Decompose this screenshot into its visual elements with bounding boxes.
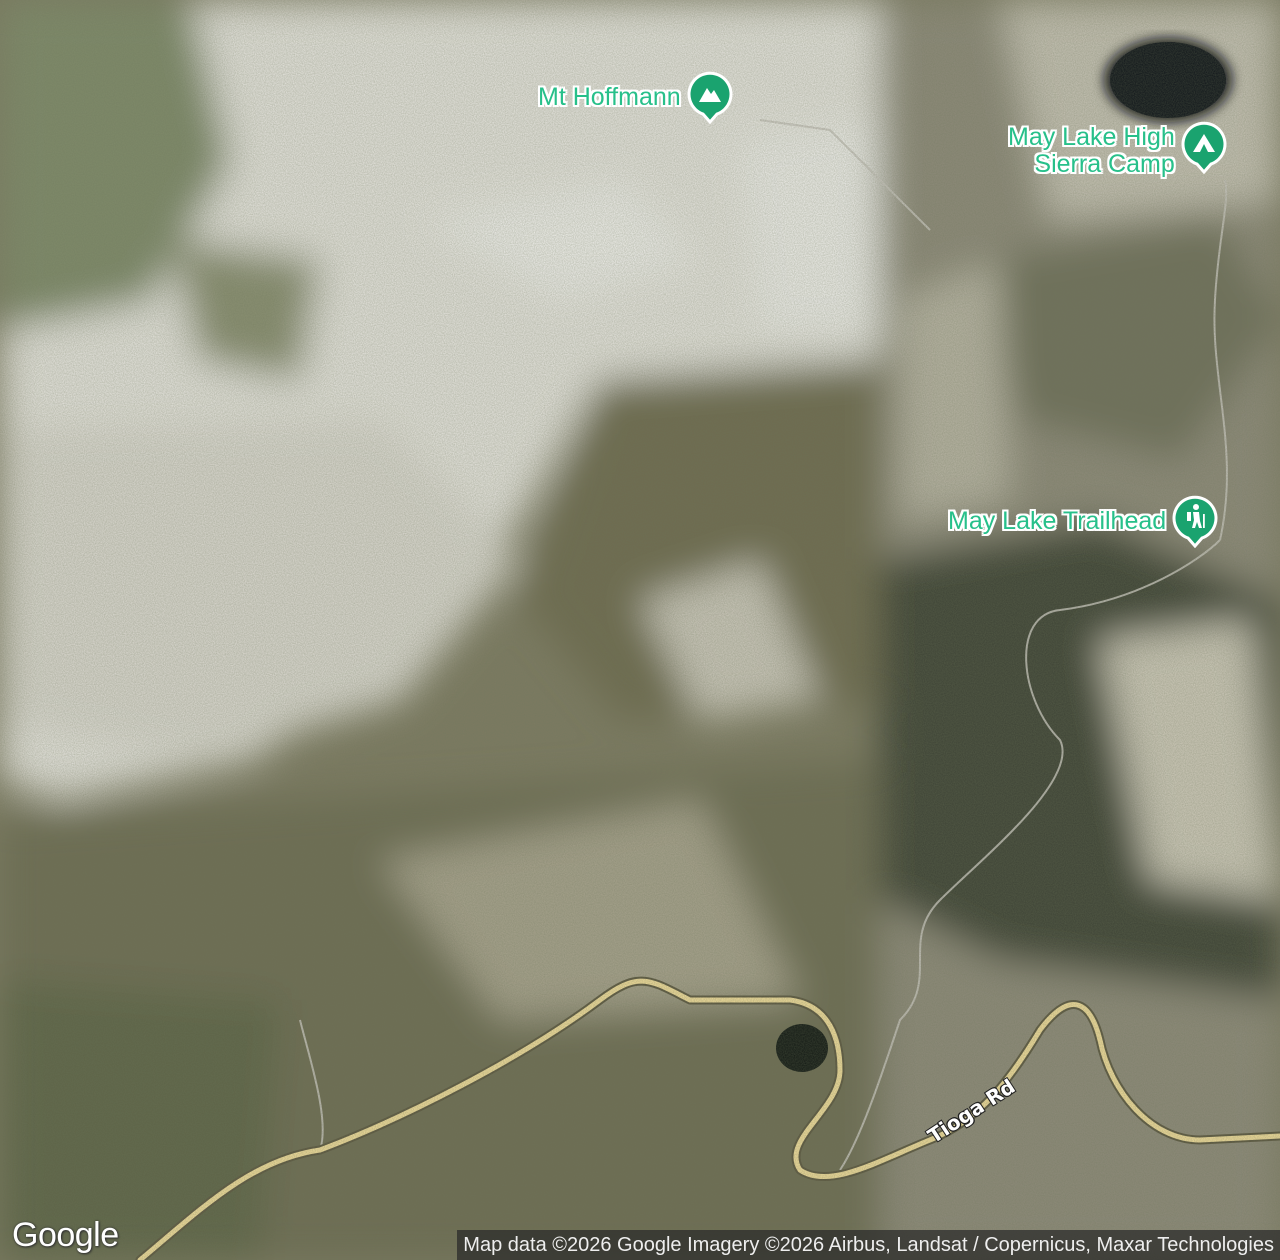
poi-label: May Lake Trailhead — [948, 506, 1167, 535]
google-logo: Google — [12, 1216, 119, 1254]
poi-label: May Lake High Sierra Camp — [1008, 123, 1175, 178]
poi-mt-hoffmann[interactable]: Mt Hoffmann — [538, 70, 733, 124]
poi-may-lake-trailhead[interactable]: May Lake Trailhead — [948, 494, 1218, 548]
poi-may-lake-high-sierra-camp[interactable]: May Lake High Sierra Camp — [1008, 121, 1227, 178]
mountain-icon[interactable] — [687, 70, 733, 124]
satellite-map[interactable] — [0, 0, 1280, 1260]
poi-label: Mt Hoffmann — [538, 82, 681, 111]
hiker-icon[interactable] — [1172, 494, 1218, 548]
tent-icon[interactable] — [1181, 120, 1227, 174]
map-attribution[interactable]: Map data ©2026 Google Imagery ©2026 Airb… — [457, 1230, 1280, 1260]
